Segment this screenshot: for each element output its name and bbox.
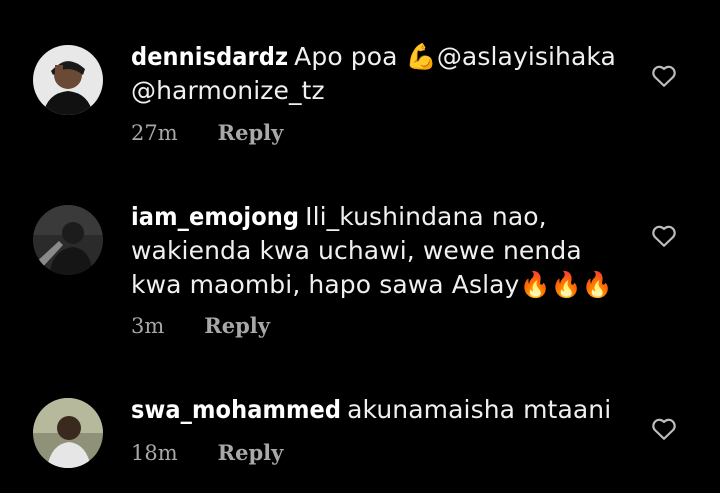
reply-button[interactable]: Reply [204, 313, 270, 338]
heart-outline-icon[interactable] [651, 224, 677, 248]
comment-body: swa_mohammed akunamaisha mtaani [131, 393, 631, 427]
avatar[interactable] [33, 205, 103, 275]
comment-time: 27m [131, 121, 178, 145]
comment-username[interactable]: dennisdardz [131, 42, 288, 71]
comment-body: dennisdardz Apo poa 💪@aslayisihaka @harmo… [131, 40, 631, 108]
heart-outline-icon[interactable] [651, 64, 677, 88]
avatar[interactable] [33, 398, 103, 468]
comment-text: akunamaisha mtaani [347, 395, 612, 424]
reply-button[interactable]: Reply [218, 120, 284, 145]
comment-body: iam_emojong Ili_kushindana nao, wakienda … [131, 200, 631, 302]
comment-meta: 27m Reply [131, 120, 283, 145]
comment-username[interactable]: swa_mohammed [131, 395, 341, 424]
comment-time: 18m [131, 441, 178, 465]
comment-meta: 18m Reply [131, 440, 283, 465]
heart-outline-icon[interactable] [651, 417, 677, 441]
comment-username[interactable]: iam_emojong [131, 202, 299, 231]
comment-time: 3m [131, 314, 165, 338]
avatar[interactable] [33, 45, 103, 115]
reply-button[interactable]: Reply [218, 440, 284, 465]
comment-meta: 3m Reply [131, 313, 270, 338]
